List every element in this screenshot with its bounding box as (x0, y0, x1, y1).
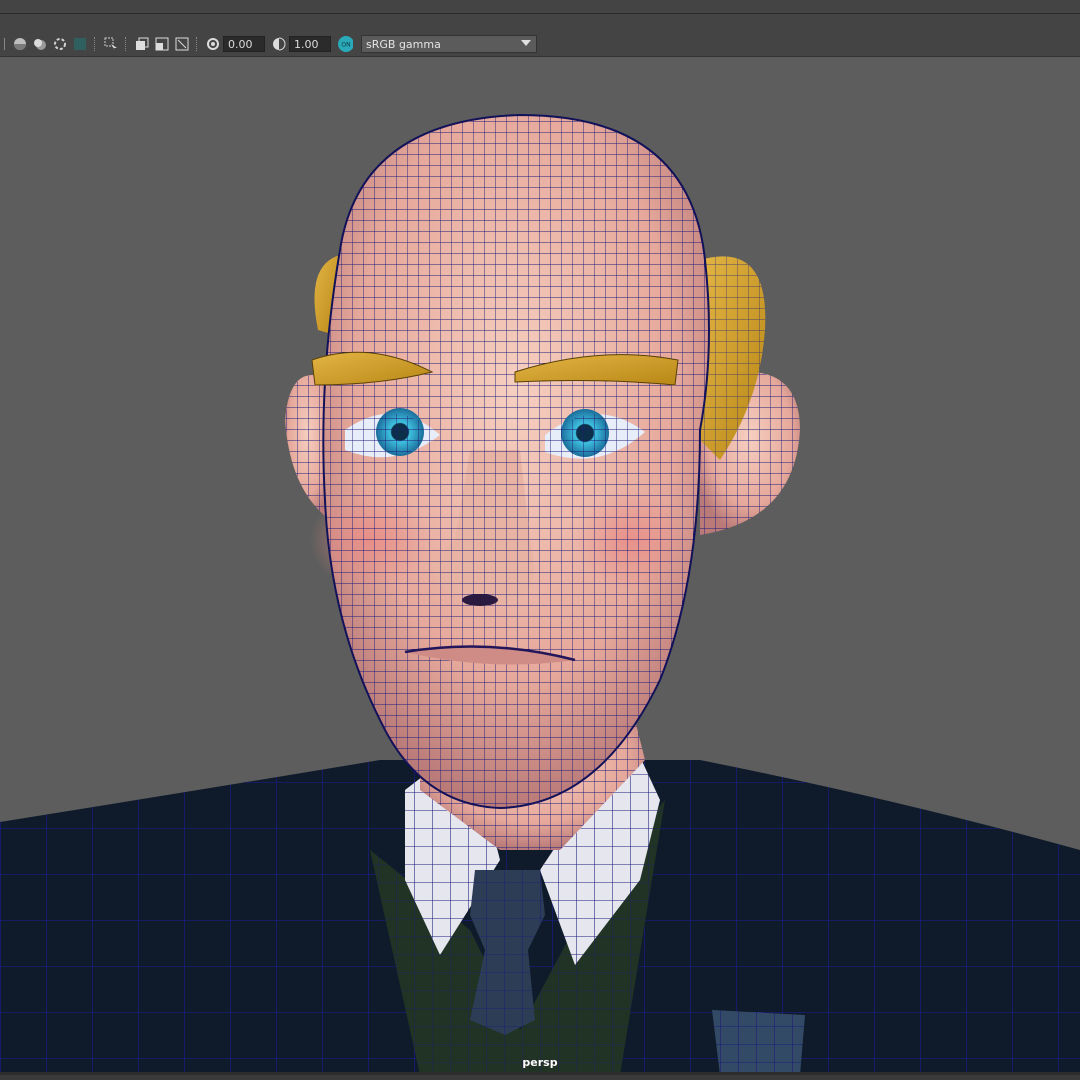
isolate-icon[interactable] (52, 36, 68, 52)
exposure-icon[interactable] (205, 36, 221, 52)
color-management-badge-text: ON (341, 42, 350, 49)
character-wireframe-render (0, 113, 1080, 1075)
menu-bar (0, 14, 1080, 32)
toolbar-grip-icon (2, 36, 8, 52)
toolbar-separator (196, 37, 199, 51)
colorspace-dropdown[interactable]: sRGB gamma (361, 35, 537, 53)
shaded-sphere-icon[interactable] (12, 36, 28, 52)
exposure-field[interactable]: 0.00 (223, 36, 265, 52)
title-bar (0, 0, 1080, 14)
camera-label: persp (522, 1056, 558, 1069)
colorspace-label: sRGB gamma (366, 37, 441, 51)
select-camera-icon[interactable] (103, 36, 119, 52)
gamma-icon[interactable] (271, 36, 287, 52)
display-layer-icon[interactable] (134, 36, 150, 52)
viewport-toolbar: 0.00 1.00 ON sRGB gamma (0, 32, 1080, 57)
status-bar (0, 1075, 1080, 1080)
persp-viewport[interactable]: persp (0, 57, 1080, 1075)
gamma-field[interactable]: 1.00 (289, 36, 331, 52)
smooth-sphere-icon[interactable] (32, 36, 48, 52)
toolbar-separator (94, 37, 97, 51)
color-management-icon[interactable]: ON (337, 36, 353, 52)
copy-icon[interactable] (154, 36, 170, 52)
maya-app: 0.00 1.00 ON sRGB gamma persp (0, 0, 1080, 1080)
toolbar-separator (125, 37, 128, 51)
dropdown-arrow-icon (520, 38, 532, 51)
resolution-gate-icon[interactable] (174, 36, 190, 52)
texture-icon[interactable] (72, 36, 88, 52)
